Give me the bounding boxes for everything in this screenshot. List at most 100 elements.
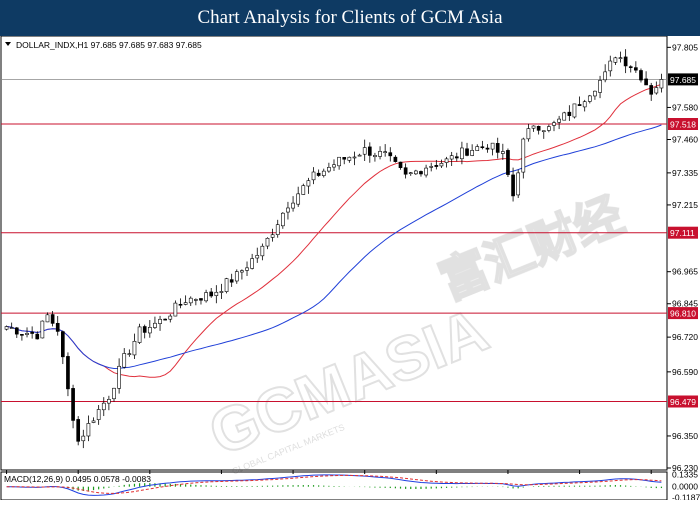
candle-body [9, 327, 14, 329]
candle-body [521, 138, 526, 173]
candle-body [291, 202, 295, 209]
sr-label: 97.111 [670, 228, 695, 238]
candle-body [516, 172, 521, 196]
candle-body [234, 271, 239, 282]
candle-body [531, 125, 536, 129]
candle-body [219, 291, 224, 293]
candle-body [383, 151, 387, 153]
candle-body [45, 314, 50, 323]
candle-body [480, 146, 485, 149]
candle-body [194, 299, 198, 301]
candle-body [281, 212, 285, 227]
candle-body [649, 85, 654, 95]
candle-body [367, 146, 372, 156]
candle-body [153, 322, 157, 328]
candle-body [378, 151, 382, 157]
candle-body [296, 193, 301, 205]
candle-body [577, 104, 582, 106]
price-tick-label: 96.350 [672, 431, 698, 441]
candle-body [168, 315, 173, 320]
sr-label: 96.810 [670, 309, 696, 319]
candle-body [362, 147, 367, 155]
candle-body [229, 279, 234, 283]
candle-body [4, 326, 9, 330]
candle-body [112, 387, 116, 400]
candle-body [511, 174, 515, 197]
candle-body [209, 291, 214, 297]
price-tick-label: 96.590 [672, 367, 698, 377]
candle-body [557, 118, 561, 123]
candle-body [224, 278, 229, 292]
candle-body [587, 95, 592, 102]
candle-body [30, 331, 34, 334]
candle-body [204, 292, 208, 302]
candle-body [122, 353, 127, 368]
candle-body [454, 156, 459, 159]
candle-body [327, 167, 331, 172]
candle-body [81, 435, 86, 442]
candle-body [603, 71, 607, 81]
candle-body [608, 60, 613, 72]
price-axis: 97.805 97.580 97.460 97.335 97.215 96.965 96.8… [667, 42, 698, 473]
candle-body [541, 130, 546, 133]
price-tick-label: 96.845 [672, 299, 698, 309]
price-tick-label: 97.215 [672, 200, 698, 210]
candle-body [465, 148, 469, 156]
candle-body [71, 388, 75, 421]
candle-body [199, 298, 203, 301]
candle-body [55, 322, 60, 332]
candle-body [117, 365, 121, 389]
candle-body [644, 78, 648, 86]
candle-body [424, 167, 428, 176]
candle-body [357, 154, 362, 157]
candle-body [132, 340, 137, 356]
candle-body [582, 101, 587, 108]
candle-body [142, 326, 147, 333]
candle-body [245, 267, 249, 271]
candle-body [163, 318, 167, 321]
candle-body [613, 57, 618, 63]
symbol-header: DOLLAR_INDX,H1 97.685 97.685 97.683 97.6… [16, 40, 202, 50]
candle-body [403, 167, 408, 175]
candle-body [475, 146, 480, 151]
candle-body [96, 409, 101, 420]
current-price-label: 97.685 [670, 75, 696, 85]
candle-body [178, 303, 183, 306]
candle-body [444, 158, 449, 163]
candle-body [419, 171, 423, 175]
candle-body [40, 320, 45, 339]
price-tick-label: 96.965 [672, 267, 698, 277]
candle-body [352, 156, 357, 159]
candle-body [107, 399, 111, 404]
candle-body [429, 166, 434, 168]
macd-tick-label: 0.1335 [672, 470, 698, 480]
candle-body [337, 156, 341, 167]
candle-body [137, 326, 142, 343]
candle-body [91, 420, 96, 423]
candle-body [434, 165, 439, 167]
candle-body [593, 90, 597, 97]
candle-body [562, 112, 567, 121]
candle-body [265, 237, 270, 247]
candle-body [414, 170, 418, 175]
candle-body [101, 402, 106, 411]
candle-body [76, 419, 81, 442]
candle-body [654, 87, 659, 94]
candle-body [572, 103, 577, 118]
candle-body [260, 245, 265, 257]
candle-body [506, 150, 510, 175]
sr-label: 96.479 [670, 397, 696, 407]
price-tick-label: 96.720 [672, 332, 698, 342]
price-chart-svg: GCMASIA富汇财经GLOBAL CAPITAL MARKETS 97.518… [0, 35, 700, 502]
candle-body [240, 270, 244, 273]
candle-body [598, 80, 602, 93]
candle-body [439, 163, 444, 167]
candle-body [321, 170, 326, 176]
candle-body [552, 122, 556, 126]
macd-tick-label: 0.0000 [672, 482, 698, 492]
candle-body [501, 151, 505, 154]
candle-body [20, 334, 24, 336]
price-tick-label: 97.460 [672, 134, 698, 144]
candle-body [490, 142, 495, 150]
candle-body [66, 356, 70, 390]
